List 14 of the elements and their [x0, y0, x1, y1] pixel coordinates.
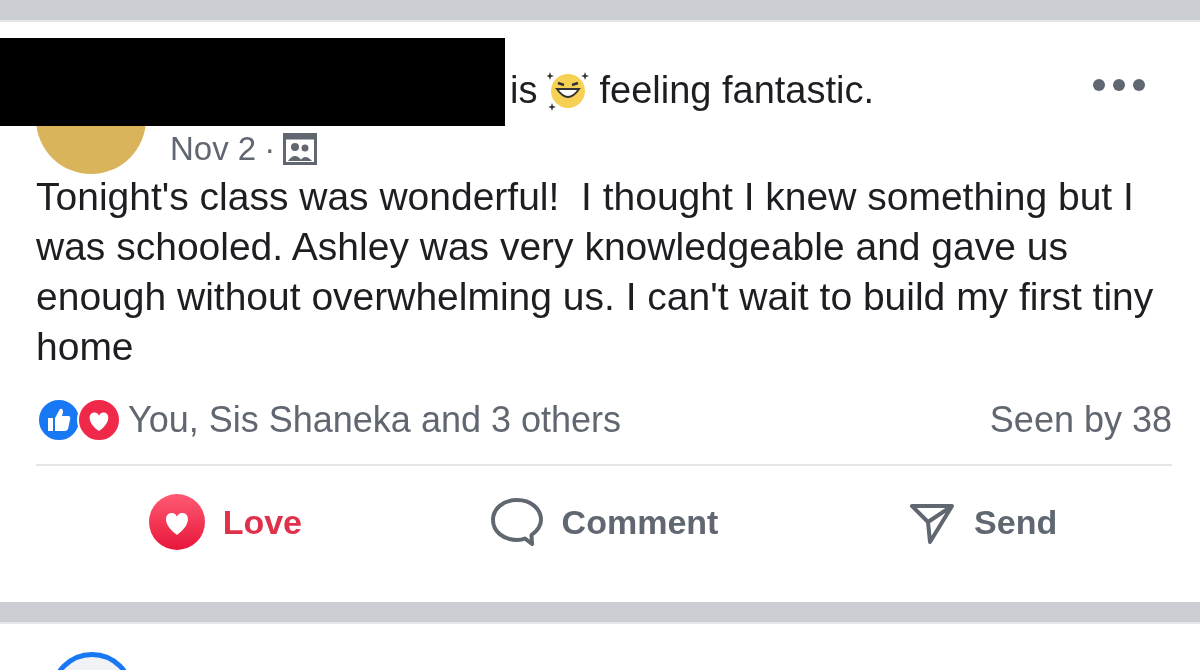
send-button[interactable]: Send — [898, 492, 1068, 552]
speech-bubble-icon — [489, 497, 544, 547]
comment-button[interactable]: Comment — [479, 491, 729, 553]
love-button[interactable]: Love — [138, 488, 312, 556]
status-verb: is — [510, 68, 538, 112]
love-reaction-icon — [76, 397, 122, 443]
more-options-icon[interactable] — [1092, 78, 1146, 92]
feeling-text: feeling fantastic. — [599, 68, 875, 112]
post-date[interactable]: Nov 2 — [170, 130, 257, 168]
reactions-summary[interactable]: You, Sis Shaneka and 3 others — [128, 399, 990, 441]
seen-by-count[interactable]: Seen by 38 — [989, 399, 1172, 441]
post-body: Tonight's class was wonderful! I thought I knew something but I was schooled. Ashley was very knowledgeable and gave us enough without overwhelming us. I can't wait to build my first tiny home — [36, 174, 1155, 370]
date-separator: · — [264, 130, 276, 168]
audience-icon — [283, 133, 318, 165]
